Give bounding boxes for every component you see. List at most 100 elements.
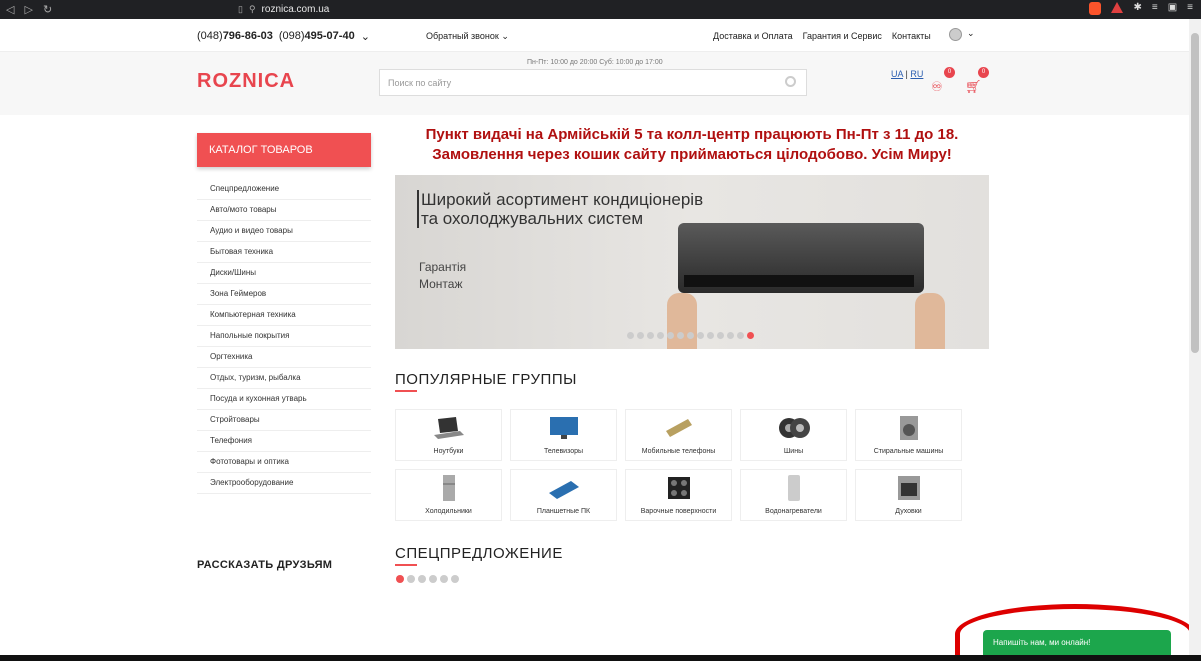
- search-icon[interactable]: [785, 76, 796, 87]
- slider-dot[interactable]: [727, 332, 734, 339]
- slider-dot[interactable]: [677, 332, 684, 339]
- special-offers-title: СПЕЦПРЕДЛОЖЕНИЕ: [395, 545, 563, 566]
- brave-shield-icon[interactable]: [1089, 2, 1102, 15]
- special-dot[interactable]: [407, 575, 415, 583]
- slider-dot[interactable]: [637, 332, 644, 339]
- special-dot[interactable]: [418, 575, 426, 583]
- slider-dot[interactable]: [627, 332, 634, 339]
- oven-icon: [897, 476, 920, 500]
- delivery-link[interactable]: Доставка и Оплата: [713, 31, 793, 41]
- wallet-icon[interactable]: ▣: [1168, 2, 1177, 15]
- slider-dot-active[interactable]: [747, 332, 754, 339]
- compare-icon[interactable]: ♾: [931, 79, 943, 95]
- cart-icon[interactable]: 🛒︎: [965, 79, 982, 95]
- callback-link[interactable]: Обратный звонок ⌄: [426, 31, 509, 42]
- phone-numbers: (048)796-86-03 (098)495-07-40 ⌄: [197, 30, 370, 43]
- slider-dot[interactable]: [657, 332, 664, 339]
- slider-headline: Широкий асортимент кондиціонерів та охол…: [417, 190, 703, 228]
- phone-1[interactable]: (048)796-86-03: [197, 30, 273, 43]
- special-dot-active[interactable]: [396, 575, 404, 583]
- url-text[interactable]: roznica.com.ua: [262, 4, 330, 15]
- slider-dot[interactable]: [737, 332, 744, 339]
- popular-groups-grid: Ноутбуки Телевизоры Мобильные телефоны Ш…: [395, 409, 965, 521]
- page-scrollbar[interactable]: [1189, 19, 1201, 655]
- web-page: (048)796-86-03 (098)495-07-40 ⌄ Обратный…: [0, 19, 1189, 655]
- category-item[interactable]: Спецпредложение: [197, 179, 371, 200]
- site-header: ROZNICA Пн-Пт: 10:00 до 20:00 Суб: 10:00…: [0, 52, 1189, 115]
- playlist-icon[interactable]: ≡: [1152, 2, 1158, 15]
- language-switcher: UA | RU: [891, 69, 924, 79]
- online-chat-button[interactable]: Напишіть нам, ми онлайн!: [983, 630, 1171, 655]
- hero-slider[interactable]: Широкий асортимент кондиціонерів та охол…: [395, 175, 989, 349]
- special-dot[interactable]: [429, 575, 437, 583]
- forward-icon[interactable]: ▷: [24, 3, 32, 16]
- rewards-icon[interactable]: [1111, 2, 1124, 13]
- announcement-line-2: Замовлення через кошик сайту приймаються…: [432, 146, 952, 163]
- lang-ru-link[interactable]: RU: [910, 69, 923, 79]
- slider-dot[interactable]: [667, 332, 674, 339]
- group-card[interactable]: Стиральные машины: [855, 409, 962, 461]
- taskbar-strip: [0, 655, 1201, 661]
- working-hours: Пн-Пт: 10:00 до 20:00 Суб: 10:00 до 17:0…: [527, 59, 663, 66]
- category-item[interactable]: Фототовары и оптика: [197, 452, 371, 473]
- slider-dot[interactable]: [647, 332, 654, 339]
- slider-dot[interactable]: [687, 332, 694, 339]
- chevron-down-icon[interactable]: ⌄: [361, 30, 370, 43]
- category-item[interactable]: Отдых, туризм, рыбалка: [197, 368, 371, 389]
- category-item[interactable]: Аудио и видео товары: [197, 221, 371, 242]
- group-card[interactable]: Водонагреватели: [740, 469, 847, 521]
- category-item[interactable]: Компьютерная техника: [197, 305, 371, 326]
- warranty-link[interactable]: Гарантия и Сервис: [803, 31, 882, 41]
- announcement-line-1: Пункт видачі на Армійській 5 та колл-цен…: [425, 126, 959, 143]
- site-info-icon[interactable]: ⚲: [249, 4, 256, 15]
- menu-icon[interactable]: ≡: [1187, 2, 1193, 15]
- catalog-button[interactable]: КАТАЛОГ ТОВАРОВ: [197, 133, 371, 167]
- category-item[interactable]: Электрооборудование: [197, 473, 371, 494]
- chevron-down-icon[interactable]: ⌄: [967, 28, 975, 39]
- site-logo[interactable]: ROZNICA: [197, 70, 295, 93]
- back-icon[interactable]: ◁: [6, 3, 14, 16]
- category-item[interactable]: Телефония: [197, 431, 371, 452]
- reload-icon[interactable]: ↻: [43, 3, 52, 16]
- group-card[interactable]: Варочные поверхности: [625, 469, 732, 521]
- category-item[interactable]: Авто/мото товары: [197, 200, 371, 221]
- tablet-icon: [548, 481, 579, 499]
- group-card[interactable]: Телевизоры: [510, 409, 617, 461]
- category-item[interactable]: Напольные покрытия: [197, 326, 371, 347]
- search-input[interactable]: Поиск по сайту: [379, 69, 807, 96]
- special-offers-dots: [396, 575, 459, 583]
- chevron-down-icon: ⌄: [501, 31, 509, 41]
- category-item[interactable]: Бытовая техника: [197, 242, 371, 263]
- category-item[interactable]: Диски/Шины: [197, 263, 371, 284]
- category-item[interactable]: Посуда и кухонная утварь: [197, 389, 371, 410]
- group-card[interactable]: Шины: [740, 409, 847, 461]
- address-bar[interactable]: ▯ ⚲ roznica.com.ua: [238, 0, 1098, 19]
- slider-dot[interactable]: [707, 332, 714, 339]
- cart-count-badge: 0: [978, 67, 989, 78]
- group-card[interactable]: Мобильные телефоны: [625, 409, 732, 461]
- bookmark-icon[interactable]: ▯: [238, 4, 243, 15]
- category-item[interactable]: Зона Геймеров: [197, 284, 371, 305]
- popular-groups-title: ПОПУЛЯРНЫЕ ГРУППЫ: [395, 371, 577, 392]
- top-nav-links: Доставка и Оплата Гарантия и Сервис Конт…: [713, 31, 931, 41]
- lang-ua-link[interactable]: UA: [891, 69, 903, 79]
- slider-dot[interactable]: [697, 332, 704, 339]
- scrollbar-thumb[interactable]: [1191, 33, 1199, 353]
- extensions-icon[interactable]: ✱: [1133, 2, 1141, 15]
- contacts-link[interactable]: Контакты: [892, 31, 931, 41]
- group-card[interactable]: Планшетные ПК: [510, 469, 617, 521]
- slider-dot[interactable]: [717, 332, 724, 339]
- phone-2[interactable]: (098)495-07-40: [279, 30, 355, 43]
- category-item[interactable]: Оргтехника: [197, 347, 371, 368]
- category-item[interactable]: Стройтовары: [197, 410, 371, 431]
- group-card[interactable]: Ноутбуки: [395, 409, 502, 461]
- special-dot[interactable]: [440, 575, 448, 583]
- special-dot[interactable]: [451, 575, 459, 583]
- washing-machine-icon: [899, 416, 918, 440]
- share-title: РАССКАЗАТЬ ДРУЗЬЯМ: [197, 559, 333, 571]
- group-card[interactable]: Холодильники: [395, 469, 502, 521]
- browser-extensions: ✱ ≡ ▣ ≡: [1089, 2, 1193, 15]
- browser-nav: ◁ ▷ ↻: [0, 3, 52, 16]
- group-card[interactable]: Духовки: [855, 469, 962, 521]
- user-icon[interactable]: [949, 28, 962, 41]
